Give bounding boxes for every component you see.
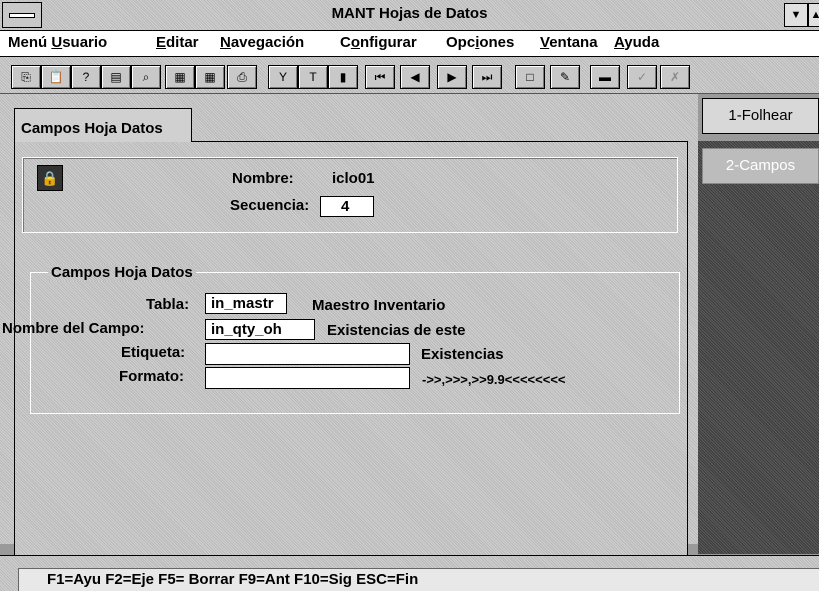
chart-icon: ▮ — [339, 70, 347, 84]
cancel-icon: ✗ — [669, 70, 681, 84]
menu-usuario-label-rest: suario — [62, 34, 108, 51]
menu-usuario[interactable]: Menú Usuario — [8, 34, 107, 51]
tabla-description: Maestro Inventario — [312, 297, 446, 314]
edit-icon: ✎ — [559, 70, 571, 84]
help-query-icon: ? — [82, 70, 90, 84]
formato-description: ->>,>>>,>>9.9<<<<<<<< — [422, 372, 566, 387]
etiqueta-field[interactable] — [205, 343, 410, 365]
menu-configurar-label: C — [340, 34, 351, 51]
etiqueta-description: Existencias — [421, 346, 504, 363]
calculator-button[interactable]: ▦ — [165, 65, 195, 89]
delete-button[interactable]: ▬ — [590, 65, 620, 89]
menu-navegacion-label: avegación — [230, 34, 305, 51]
first-record-button[interactable]: ⏮ — [365, 65, 395, 89]
tabla-label: Tabla: — [146, 296, 190, 313]
last-record-icon: ⏭ — [481, 70, 493, 84]
menu-ventana-accel: V — [540, 34, 550, 51]
menu-ventana-label: entana — [549, 34, 598, 51]
menu-configurar[interactable]: Configurar — [340, 34, 417, 51]
copy-button[interactable]: ⎘ — [11, 65, 41, 89]
accept-button[interactable]: ✓ — [627, 65, 657, 89]
first-record-icon: ⏮ — [374, 70, 386, 84]
menu-configurar-label-rest: nfigurar — [360, 34, 417, 51]
delete-icon: ▬ — [599, 70, 611, 84]
menu-ayuda[interactable]: Ayuda — [614, 34, 659, 51]
formato-field[interactable] — [205, 367, 410, 389]
campo-label: Nombre del Campo: — [2, 320, 145, 337]
text-button[interactable]: T — [298, 65, 328, 89]
menu-navegacion[interactable]: Navegación — [220, 34, 304, 51]
calculator-icon: ▦ — [174, 70, 186, 84]
copy-icon: ⎘ — [21, 70, 31, 84]
menu-navegacion-accel: N — [220, 34, 231, 51]
maximize-button[interactable]: ▲ — [808, 3, 819, 27]
folhear-button[interactable]: 1-Folhear — [702, 98, 819, 134]
text-icon: T — [309, 70, 317, 84]
campo-description: Existencias de este — [327, 322, 466, 339]
menu-ayuda-label: yuda — [624, 34, 660, 51]
group-title: Campos Hoja Datos — [48, 264, 196, 281]
menu-editar[interactable]: Editar — [156, 34, 199, 51]
accept-icon: ✓ — [636, 70, 648, 84]
notes-button[interactable]: ▤ — [101, 65, 131, 89]
menu-usuario-label: Menú — [8, 34, 52, 51]
last-record-button[interactable]: ⏭ — [472, 65, 502, 89]
secuencia-label: Secuencia: — [230, 197, 310, 214]
edit-button[interactable]: ✎ — [550, 65, 580, 89]
paste-icon: 📋 — [48, 70, 64, 84]
campos-button[interactable]: 2-Campos — [702, 148, 819, 184]
menu-configurar-accel: o — [350, 34, 361, 51]
next-record-button[interactable]: ▶ — [437, 65, 467, 89]
grid-button[interactable]: ▦ — [195, 65, 225, 89]
side-panel — [698, 141, 819, 554]
header-box — [22, 157, 678, 233]
next-record-icon: ▶ — [447, 70, 457, 84]
zoom-icon: ⌕ — [142, 70, 150, 84]
filter-button[interactable]: Y — [268, 65, 298, 89]
menu-opciones[interactable]: Opciones — [446, 34, 514, 51]
new-button[interactable]: □ — [515, 65, 545, 89]
nombre-label: Nombre: — [232, 170, 294, 187]
print-icon: ⎙ — [237, 70, 247, 84]
title-bar: MANT Hojas de Datos ▼ ▲ — [0, 0, 819, 31]
prev-record-button[interactable]: ◀ — [400, 65, 430, 89]
help-query-button[interactable]: ? — [71, 65, 101, 89]
chart-button[interactable]: ▮ — [328, 65, 358, 89]
tabla-field[interactable]: in_mastr — [205, 293, 287, 314]
menu-ventana[interactable]: Ventana — [540, 34, 598, 51]
menu-opciones-label-rest: ones — [479, 34, 515, 51]
status-text: F1=Ayu F2=Eje F5= Borrar F9=Ant F10=Sig … — [18, 568, 819, 591]
tab-campos-hoja-datos[interactable]: Campos Hoja Datos — [14, 108, 192, 142]
formato-label: Formato: — [119, 368, 184, 385]
campo-field[interactable]: in_qty_oh — [205, 319, 315, 340]
cancel-button[interactable]: ✗ — [660, 65, 690, 89]
menu-ayuda-accel: A — [614, 34, 625, 51]
notes-icon: ▤ — [110, 70, 122, 84]
prev-record-icon: ◀ — [410, 70, 420, 84]
zoom-button[interactable]: ⌕ — [131, 65, 161, 89]
menu-editar-label: ditar — [166, 34, 199, 51]
menu-editar-accel: E — [156, 34, 167, 51]
paste-button[interactable]: 📋 — [41, 65, 71, 89]
filter-icon: Y — [278, 70, 287, 84]
lock-icon: 🔒 — [37, 165, 63, 191]
new-icon: □ — [526, 70, 534, 84]
menu-bar: Menú Usuario Editar Navegación Configura… — [0, 31, 819, 57]
print-button[interactable]: ⎙ — [227, 65, 257, 89]
minimize-button[interactable]: ▼ — [784, 3, 808, 27]
menu-usuario-accel: U — [51, 34, 63, 51]
toolbar: ⎘ 📋? ▤ ⌕ ▦ ▦ ⎙ Y T ▮ ⏮ ◀ ▶ ⏭ □ ✎ ▬ ✓ ✗ — [0, 57, 819, 94]
etiqueta-label: Etiqueta: — [121, 344, 186, 361]
window-title: MANT Hojas de Datos — [331, 5, 488, 22]
grid-icon: ▦ — [204, 70, 216, 84]
secuencia-field[interactable]: 4 — [320, 196, 374, 217]
nombre-value: iclo01 — [332, 170, 375, 187]
menu-opciones-label: Opc — [446, 34, 476, 51]
